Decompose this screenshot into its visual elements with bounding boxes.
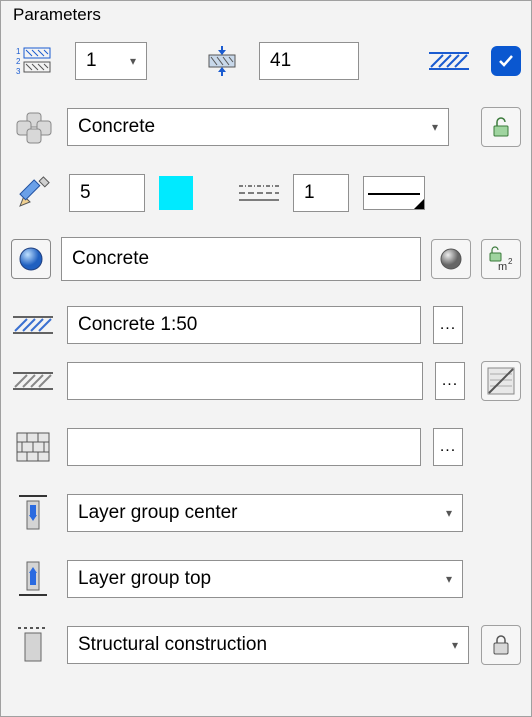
chevron-down-icon: ▾: [446, 506, 452, 520]
row-surface: Concrete m 2: [11, 237, 521, 281]
chevron-down-icon: ▾: [432, 120, 438, 134]
row-pattern: ...: [11, 425, 521, 469]
row-structural: Structural construction ▾: [11, 623, 521, 667]
surface-value: Concrete: [72, 248, 149, 270]
svg-text:2: 2: [508, 257, 513, 266]
thickness-input[interactable]: 41: [259, 42, 359, 80]
ellipsis-label: ...: [440, 438, 456, 456]
hatch-disable-button[interactable]: [481, 361, 521, 401]
row-group-center: Layer group center ▾: [11, 491, 521, 535]
row-pen-linetype: 5 1: [11, 171, 521, 215]
material-select[interactable]: Concrete ▾: [67, 108, 449, 146]
row-layer-thickness: 1 2 3 1 ▾ 41: [11, 39, 521, 83]
sphere-grey-icon: [438, 246, 464, 272]
row-material: Concrete ▾: [11, 105, 521, 149]
pen-number-input[interactable]: 5: [69, 174, 145, 212]
row-hatch2: ...: [11, 359, 521, 403]
sphere-blue-icon: [17, 245, 45, 273]
group-center-value: Layer group center: [78, 502, 238, 524]
ellipsis-label: ...: [442, 372, 458, 390]
pen-number-value: 5: [80, 182, 91, 204]
surface-unlock-m2-button[interactable]: m 2: [481, 239, 521, 279]
hatch-grey-icon: [11, 359, 55, 403]
svg-text:3: 3: [16, 67, 21, 76]
ellipsis-label: ...: [440, 316, 456, 334]
panel-title: Parameters: [11, 5, 521, 39]
crossed-hatch-icon: [486, 366, 516, 396]
material-value: Concrete: [78, 116, 155, 138]
chevron-down-icon: ▾: [446, 572, 452, 586]
material-shape-icon: [11, 105, 55, 149]
hatch-blue-icon: [427, 39, 471, 83]
group-center-select[interactable]: Layer group center ▾: [67, 494, 463, 532]
hatch-scale-browse-button[interactable]: ...: [433, 306, 463, 344]
check-icon: [497, 52, 515, 70]
structural-icon: [11, 623, 55, 667]
chevron-down-icon: ▾: [130, 54, 136, 68]
chevron-down-icon: ▾: [452, 638, 458, 652]
layer-number-select[interactable]: 1 ▾: [75, 42, 147, 80]
svg-text:1: 1: [16, 47, 21, 56]
hatch-enabled-checkbox[interactable]: [491, 46, 521, 76]
linetype-number-input[interactable]: 1: [293, 174, 349, 212]
hatch-diag-icon: [11, 303, 55, 347]
pencil-icon: [11, 171, 55, 215]
group-top-value: Layer group top: [78, 568, 211, 590]
unlock-m2-icon: m 2: [488, 246, 514, 272]
structural-value: Structural construction: [78, 634, 267, 656]
linetype-icon: [239, 171, 279, 215]
group-top-select[interactable]: Layer group top ▾: [67, 560, 463, 598]
unlock-icon: [490, 116, 512, 138]
surface-input[interactable]: Concrete: [61, 237, 421, 281]
structural-lock-button[interactable]: [481, 625, 521, 665]
pattern-browse-button[interactable]: ...: [433, 428, 463, 466]
surface-sphere-button[interactable]: [11, 239, 51, 279]
hatch2-input[interactable]: [67, 362, 423, 400]
layer-list-icon: 1 2 3: [11, 39, 55, 83]
svg-text:2: 2: [16, 57, 21, 66]
lock-icon: [491, 634, 511, 656]
thickness-value: 41: [270, 50, 291, 72]
group-top-icon: [11, 557, 55, 601]
svg-text:m: m: [498, 261, 507, 272]
hatch2-browse-button[interactable]: ...: [435, 362, 465, 400]
thickness-icon: [205, 39, 239, 83]
pen-color-swatch[interactable]: [159, 176, 193, 210]
structural-select[interactable]: Structural construction ▾: [67, 626, 469, 664]
pattern-input[interactable]: [67, 428, 421, 466]
brick-pattern-icon: [11, 425, 55, 469]
hatch-scale-input[interactable]: Concrete 1:50: [67, 306, 421, 344]
linetype-number-value: 1: [304, 182, 315, 204]
parameters-panel: Parameters 1 2 3 1 ▾: [0, 0, 532, 717]
linetype-preview-button[interactable]: [363, 176, 425, 210]
row-group-top: Layer group top ▾: [11, 557, 521, 601]
row-hatch-scale: Concrete 1:50 ...: [11, 303, 521, 347]
hatch-scale-value: Concrete 1:50: [78, 314, 197, 336]
surface-preview-button[interactable]: [431, 239, 471, 279]
unlock-material-button[interactable]: [481, 107, 521, 147]
group-center-icon: [11, 491, 55, 535]
layer-number-value: 1: [86, 50, 97, 72]
